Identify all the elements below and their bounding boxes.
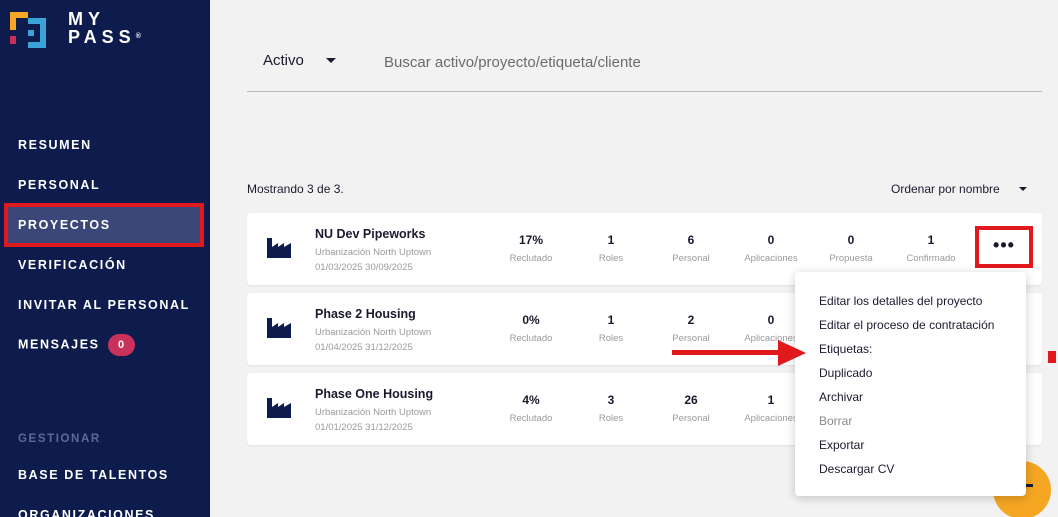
factory-icon [267,318,291,338]
nav-item-personal[interactable]: PERSONAL [18,178,100,192]
status-filter-select[interactable]: Activo [263,52,304,69]
stat-reclutado: 0% Reclutado [509,313,553,344]
logo-wordmark: MY PASS® [68,9,141,47]
project-name[interactable]: Phase 2 Housing [315,307,416,321]
more-options-button[interactable]: ••• [975,226,1033,268]
stat-reclutado: 17% Reclutado [509,233,553,264]
mypass-logo[interactable]: MY PASS® [10,9,141,50]
menu-item-descargar-cv[interactable]: Descargar CV [819,462,894,476]
project-name[interactable]: NU Dev Pipeworks [315,227,425,241]
nav-item-organizaciones[interactable]: ORGANIZACIONES [18,508,155,517]
project-location: Urbanización North Uptown [315,407,432,418]
annotation-highlight-proyectos [4,203,204,247]
section-label-gestionar: GESTIONAR [18,433,101,445]
annotation-arrow-head [778,340,806,366]
nav-item-verificacion[interactable]: VERIFICACIÓN [18,258,127,272]
project-dates: 01/03/2025 30/09/2025 [315,262,413,273]
menu-item-archivar[interactable]: Archivar [819,390,863,404]
unread-count-badge: 0 [107,334,135,356]
nav-item-base-de-talentos[interactable]: BASE DE TALENTOS [18,468,169,482]
project-location: Urbanización North Uptown [315,327,432,338]
sort-chevron-down-icon[interactable] [1019,187,1027,191]
project-context-menu: Editar los detalles del proyecto Editar … [795,272,1026,496]
stat-confirmado: 1 Confirmado [906,233,956,264]
stat-roles: 3 Roles [598,393,624,424]
stat-aplicaciones: 0 Aplicaciones [744,233,798,264]
factory-icon [267,398,291,418]
stat-roles: 1 Roles [598,313,624,344]
nav-item-invitar-al-personal[interactable]: INVITAR AL PERSONAL [18,298,190,312]
search-input[interactable] [384,50,1004,74]
chevron-down-icon[interactable] [326,58,336,63]
nav-item-resumen[interactable]: RESUMEN [18,138,92,152]
menu-item-exportar[interactable]: Exportar [819,438,864,452]
stat-personal: 26 Personal [672,393,710,424]
project-name[interactable]: Phase One Housing [315,387,433,401]
nav-item-mensajes[interactable]: MENSAJES 0 [18,334,135,356]
mypass-logo-icon [10,12,46,48]
menu-item-editar-proceso[interactable]: Editar el proceso de contratación [819,318,994,332]
annotation-arrow [672,350,782,355]
more-horizontal-icon: ••• [993,235,1015,255]
search-divider [247,91,1042,92]
sort-select[interactable]: Ordenar por nombre [891,182,1000,196]
stat-roles: 1 Roles [598,233,624,264]
stat-propuesta: 0 Propuesta [829,233,873,264]
project-dates: 01/01/2025 31/12/2025 [315,422,413,433]
project-dates: 01/04/2025 31/12/2025 [315,342,413,353]
results-count: Mostrando 3 de 3. [247,182,344,196]
menu-item-duplicado[interactable]: Duplicado [819,366,872,380]
menu-item-borrar[interactable]: Borrar [819,414,852,428]
stat-personal: 6 Personal [672,233,710,264]
annotation-mark [1048,351,1056,363]
stat-reclutado: 4% Reclutado [509,393,553,424]
stat-personal: 2 Personal [672,313,710,344]
menu-item-editar-detalles[interactable]: Editar los detalles del proyecto [819,294,982,308]
menu-item-etiquetas[interactable]: Etiquetas: [819,342,872,356]
project-location: Urbanización North Uptown [315,247,432,258]
nav-item-mensajes-label: MENSAJES [18,337,100,352]
factory-icon [267,238,291,258]
sidebar: MY PASS® RESUMEN PERSONAL PROYECTOS VERI… [0,0,210,517]
